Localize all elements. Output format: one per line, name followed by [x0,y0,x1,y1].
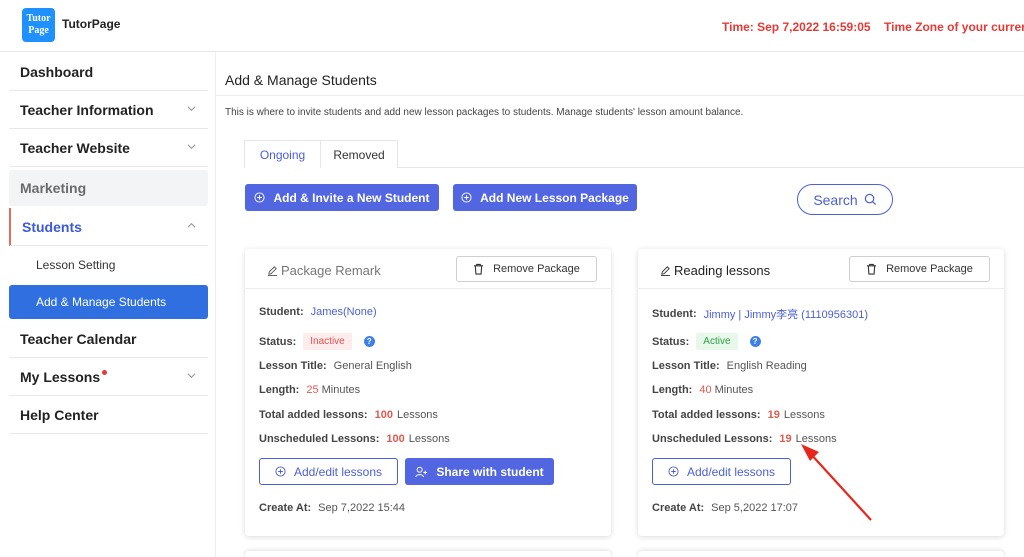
add-user-icon [415,466,428,477]
unscheduled-row: Unscheduled Lessons: 100 Lessons [259,433,450,445]
sidebar-item-teacher-calendar[interactable]: Teacher Calendar [9,320,208,358]
trash-icon [866,263,877,275]
package-title[interactable]: Package Remark [267,263,381,278]
total-added-row: Total added lessons: 100 Lessons [259,409,438,421]
remove-package-button[interactable]: Remove Package [849,256,990,282]
status-row: Status: Active ? [652,333,761,350]
plus-circle-icon [668,466,679,477]
add-edit-lessons-button[interactable]: Add/edit lessons [652,458,791,485]
chevron-down-icon [187,373,196,379]
notification-dot [102,369,108,375]
package-card: Package Remark Remove Package Student: J… [245,249,611,536]
sidebar-item-lesson-setting[interactable]: Lesson Setting [9,248,208,282]
sidebar-item-dashboard[interactable]: Dashboard [9,53,208,91]
plus-circle-icon [461,192,472,203]
create-at-row: Create At: Sep 7,2022 15:44 [259,502,406,514]
sidebar-item-add-manage-students[interactable]: Add & Manage Students [9,285,208,319]
remove-package-button[interactable]: Remove Package [456,256,597,282]
student-row: Student: James(None) [259,306,377,318]
divider [216,95,1024,96]
status-badge: Active [696,333,738,350]
card-header: Reading lessons Remove Package [638,249,1004,289]
sidebar-item-students[interactable]: Students [9,208,208,246]
plus-circle-icon [254,192,266,203]
search-button[interactable]: Search [797,184,893,215]
status-badge: Inactive [303,333,352,350]
help-icon[interactable]: ? [749,336,761,347]
length-row: Length: 25 Minutes [259,384,361,396]
sidebar-item-teacher-information[interactable]: Teacher Information [9,91,208,129]
top-header: Tutor Page TutorPage Time: Sep 7,2022 16… [0,0,1024,52]
current-time: Time: Sep 7,2022 16:59:05 [722,20,871,34]
main-content: Add & Manage Students This is where to i… [216,52,1024,557]
student-link[interactable]: Jimmy | Jimmy李亮 (1110956301) [704,306,868,322]
chevron-down-icon [187,106,196,112]
brand-name: TutorPage [62,17,121,31]
plus-circle-icon [275,466,286,477]
share-with-student-button[interactable]: Share with student [405,458,554,485]
package-card-partial [638,551,1004,557]
create-at-row: Create At: Sep 5,2022 17:07 [652,502,799,514]
sidebar: Dashboard Teacher Information Teacher We… [0,52,216,557]
trash-icon [473,263,484,275]
page-description: This is where to invite students and add… [225,107,744,118]
help-icon[interactable]: ? [363,336,375,347]
sidebar-item-teacher-website[interactable]: Teacher Website [9,129,208,167]
package-card-partial [245,551,611,557]
edit-icon [660,266,671,276]
timezone-label: Time Zone of your current location [884,20,1024,34]
card-header: Package Remark Remove Package [245,249,611,289]
sidebar-item-help-center[interactable]: Help Center [9,396,208,434]
package-title[interactable]: Reading lessons [660,263,770,278]
page-title: Add & Manage Students [225,72,377,88]
tab-ongoing[interactable]: Ongoing [244,140,321,168]
lesson-title-row: Lesson Title: General English [259,360,412,372]
add-edit-lessons-button[interactable]: Add/edit lessons [259,458,398,485]
sidebar-item-marketing[interactable]: Marketing [9,170,208,206]
lesson-title-row: Lesson Title: English Reading [652,360,807,372]
total-added-row: Total added lessons: 19 Lessons [652,409,825,421]
length-row: Length: 40 Minutes [652,384,754,396]
tab-removed[interactable]: Removed [320,140,398,168]
edit-icon [267,266,278,276]
status-row: Status: Inactive ? [259,333,375,350]
tutorpage-logo[interactable]: Tutor Page [22,8,55,42]
student-link[interactable]: James(None) [311,306,377,318]
chevron-down-icon [187,144,196,150]
chevron-up-icon [187,222,196,228]
search-icon [864,193,876,206]
add-invite-student-button[interactable]: Add & Invite a New Student [245,184,439,211]
package-card: Reading lessons Remove Package Student: … [638,249,1004,536]
sidebar-item-my-lessons[interactable]: My Lessons [9,358,208,396]
unscheduled-row: Unscheduled Lessons: 19 Lessons [652,433,837,445]
add-lesson-package-button[interactable]: Add New Lesson Package [453,184,637,211]
student-row: Student: Jimmy | Jimmy李亮 (1110956301) [652,306,869,322]
